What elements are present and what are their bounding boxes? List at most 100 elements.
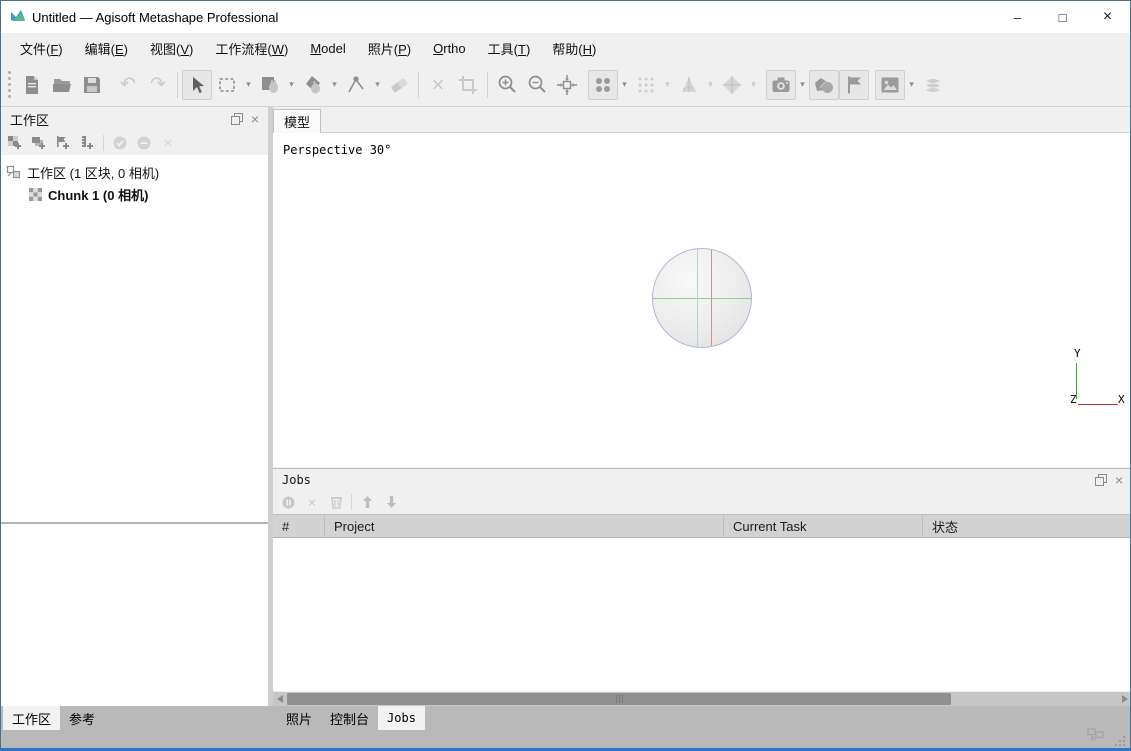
- open-project-button[interactable]: [47, 70, 77, 100]
- rotate-region-dropdown[interactable]: ▾: [328, 70, 341, 100]
- rectangle-selection-button[interactable]: [212, 70, 242, 100]
- enable-item-button[interactable]: [110, 133, 130, 153]
- region-sphere[interactable]: [652, 248, 752, 348]
- bottom-tab-workspace[interactable]: 工作区: [3, 706, 60, 730]
- axis-x-label: X: [1118, 393, 1125, 406]
- model-viewport[interactable]: Perspective 30° Y Z X: [273, 133, 1131, 467]
- delete-job-button[interactable]: [327, 493, 345, 511]
- column-header-current-task[interactable]: Current Task: [724, 515, 923, 537]
- ruler-button[interactable]: [341, 70, 371, 100]
- axis-gizmo: Y Z X: [1068, 347, 1128, 411]
- select-arrow-button[interactable]: [182, 70, 212, 100]
- cancel-job-button[interactable]: ×: [303, 493, 321, 511]
- bottom-tab-jobs[interactable]: Jobs: [378, 706, 425, 730]
- maximize-button[interactable]: □: [1040, 1, 1085, 33]
- tree-item-chunk[interactable]: Chunk 1 (0 相机): [1, 183, 268, 205]
- scrollbar-track[interactable]: [287, 692, 1118, 706]
- redo-button[interactable]: ↷: [143, 70, 173, 100]
- scroll-right-arrow[interactable]: [1118, 692, 1131, 706]
- disable-item-button[interactable]: [134, 133, 154, 153]
- move-region-button[interactable]: [255, 70, 285, 100]
- ruler-dropdown[interactable]: ▾: [371, 70, 384, 100]
- show-shapes-button[interactable]: [809, 70, 839, 100]
- add-marker-button[interactable]: [53, 133, 73, 153]
- dense-cloud-dropdown[interactable]: ▾: [661, 70, 674, 100]
- jobs-panel: Jobs × ×: [273, 468, 1131, 692]
- tiled-model-dropdown[interactable]: ▾: [747, 70, 760, 100]
- show-tiled-model-button[interactable]: [717, 70, 747, 100]
- show-cameras-button[interactable]: [766, 70, 796, 100]
- menu-file[interactable]: 文件(F): [9, 35, 74, 62]
- resize-grip[interactable]: [1110, 731, 1126, 747]
- zoom-out-button[interactable]: [522, 70, 552, 100]
- bottom-tab-console[interactable]: 控制台: [321, 706, 378, 730]
- jobs-panel-header: Jobs ×: [273, 469, 1131, 490]
- undo-button[interactable]: ↶: [113, 70, 143, 100]
- menu-edit[interactable]: 编辑(E): [74, 35, 139, 62]
- menu-help[interactable]: 帮助(H): [541, 35, 607, 62]
- reset-view-button[interactable]: [552, 70, 582, 100]
- bottom-dock-bar: 工作区 参考 照片 控制台 Jobs: [1, 706, 1130, 749]
- menu-view[interactable]: 视图(V): [139, 35, 204, 62]
- move-job-up-button[interactable]: [358, 493, 376, 511]
- axis-y-label: Y: [1074, 347, 1081, 360]
- minimize-button[interactable]: –: [995, 1, 1040, 33]
- workspace-panel-title: 工作区: [10, 110, 228, 129]
- images-dropdown[interactable]: ▾: [905, 70, 918, 100]
- rotate-region-button[interactable]: [298, 70, 328, 100]
- workspace-close-button[interactable]: ×: [246, 110, 264, 128]
- close-button[interactable]: ×: [1085, 1, 1130, 33]
- add-photos-button[interactable]: [29, 133, 49, 153]
- scrollbar-thumb[interactable]: [287, 693, 951, 705]
- menu-photo[interactable]: 照片(P): [357, 35, 422, 62]
- main-toolbar: ↶ ↷ ▾ ▾ ▾ ▾ ×: [1, 63, 1130, 107]
- menu-model[interactable]: Model: [299, 37, 356, 60]
- menu-workflow[interactable]: 工作流程(W): [204, 35, 299, 62]
- bottom-tab-reference[interactable]: 参考: [60, 706, 104, 730]
- bottom-tab-photos[interactable]: 照片: [277, 706, 321, 730]
- jobs-close-button[interactable]: ×: [1110, 471, 1128, 489]
- show-dense-cloud-button[interactable]: [631, 70, 661, 100]
- horizontal-scrollbar[interactable]: [273, 692, 1131, 706]
- move-job-down-button[interactable]: [382, 493, 400, 511]
- show-markers-button[interactable]: [839, 70, 869, 100]
- workspace-dock: 工作区 × ×: [1, 107, 268, 706]
- column-header-status[interactable]: 状态: [923, 515, 1131, 537]
- tree-item-label: 工作区 (1 区块, 0 相机): [27, 163, 159, 182]
- show-images-button[interactable]: [875, 70, 905, 100]
- move-region-dropdown[interactable]: ▾: [285, 70, 298, 100]
- column-header-project[interactable]: Project: [325, 515, 724, 537]
- jobs-float-button[interactable]: [1092, 471, 1110, 489]
- point-cloud-dropdown[interactable]: ▾: [618, 70, 631, 100]
- add-scalebar-button[interactable]: [77, 133, 97, 153]
- show-dem-button[interactable]: [918, 70, 948, 100]
- eraser-button[interactable]: [384, 70, 414, 100]
- chunk-icon: [28, 187, 43, 202]
- menu-ortho[interactable]: Ortho: [422, 37, 477, 60]
- show-point-cloud-button[interactable]: [588, 70, 618, 100]
- run-job-button[interactable]: [279, 493, 297, 511]
- new-document-button[interactable]: [17, 70, 47, 100]
- menu-bar: 文件(F) 编辑(E) 视图(V) 工作流程(W) Model 照片(P) Or…: [1, 33, 1130, 63]
- workspace-toolbar: ×: [1, 131, 268, 155]
- save-project-button[interactable]: [77, 70, 107, 100]
- tree-item-workspace[interactable]: 工作区 (1 区块, 0 相机): [1, 161, 268, 183]
- zoom-in-button[interactable]: [492, 70, 522, 100]
- delete-selection-button[interactable]: ×: [423, 70, 453, 100]
- cameras-dropdown[interactable]: ▾: [796, 70, 809, 100]
- tab-model[interactable]: 模型: [273, 109, 321, 133]
- workspace-float-button[interactable]: [228, 110, 246, 128]
- title-bar: Untitled — Agisoft Metashape Professiona…: [1, 1, 1130, 33]
- show-mesh-button[interactable]: [674, 70, 704, 100]
- menu-tools[interactable]: 工具(T): [477, 35, 542, 62]
- remove-item-button[interactable]: ×: [158, 133, 178, 153]
- document-tab-bar: 模型: [273, 107, 1131, 133]
- add-chunk-button[interactable]: [5, 133, 25, 153]
- rectangle-selection-dropdown[interactable]: ▾: [242, 70, 255, 100]
- mesh-dropdown[interactable]: ▾: [704, 70, 717, 100]
- scroll-left-arrow[interactable]: [273, 692, 287, 706]
- crop-selection-button[interactable]: [453, 70, 483, 100]
- window-title: Untitled — Agisoft Metashape Professiona…: [32, 10, 278, 25]
- column-header-number[interactable]: #: [273, 515, 325, 537]
- toolbar-grip-handle[interactable]: [4, 70, 14, 100]
